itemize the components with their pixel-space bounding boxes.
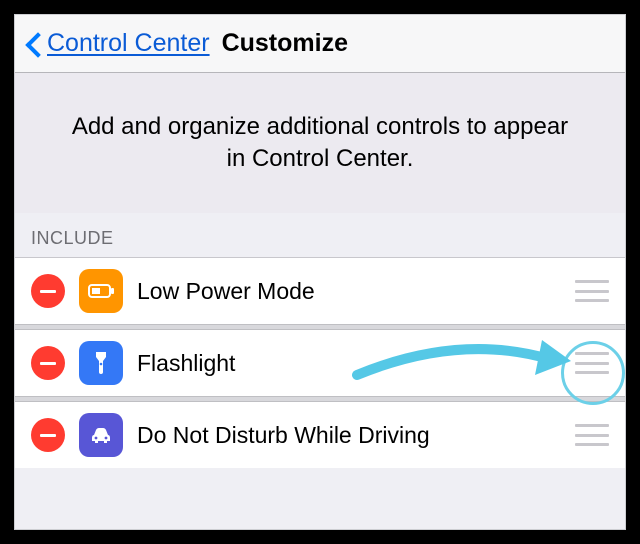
back-button[interactable]: Control Center [25,29,210,58]
flashlight-icon [79,341,123,385]
row-label: Do Not Disturb While Driving [137,422,575,449]
remove-button[interactable] [31,274,65,308]
drag-handle-icon[interactable] [575,352,609,374]
remove-button[interactable] [31,418,65,452]
list-item: Flashlight [15,330,625,396]
page-title: Customize [222,29,348,58]
section-header-include: INCLUDE [15,213,625,257]
list-item: Do Not Disturb While Driving [15,402,625,468]
battery-icon [79,269,123,313]
remove-button[interactable] [31,346,65,380]
row-label: Low Power Mode [137,278,575,305]
drag-handle-icon[interactable] [575,280,609,302]
nav-bar: Control Center Customize [15,15,625,73]
settings-screen: Control Center Customize Add and organiz… [14,14,626,530]
back-label: Control Center [47,29,210,58]
description-text: Add and organize additional controls to … [15,73,625,213]
list-item: Low Power Mode [15,258,625,324]
car-icon [79,413,123,457]
row-label: Flashlight [137,350,575,377]
chevron-left-icon [25,31,41,57]
drag-handle-icon[interactable] [575,424,609,446]
